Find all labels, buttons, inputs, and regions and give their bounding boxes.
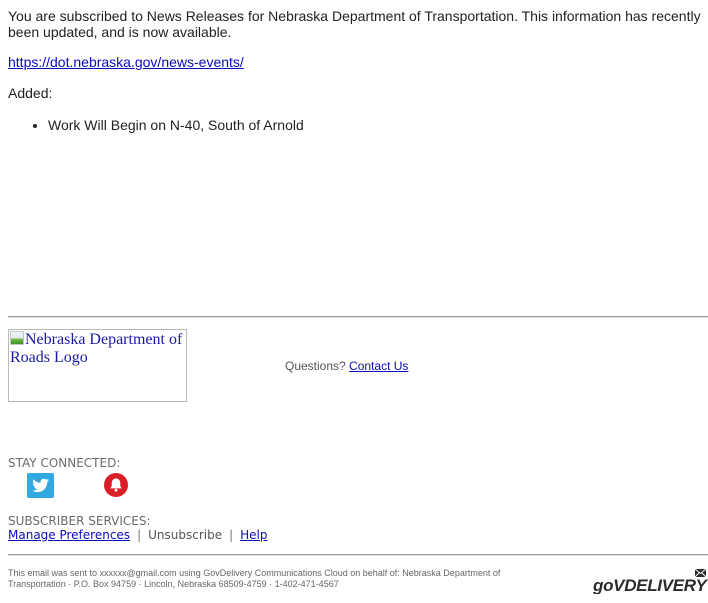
subscriber-services-links: Manage Preferences | Unsubscribe | Help (8, 528, 268, 543)
questions-line: Questions? Contact Us (285, 359, 408, 373)
subscriber-services-label: SUBSCRIBER SERVICES: (8, 514, 151, 528)
questions-label: Questions? (285, 359, 346, 373)
list-item: Work Will Begin on N-40, South of Arnold (48, 117, 304, 133)
separator: | (137, 528, 142, 542)
added-label: Added: (8, 85, 53, 101)
envelope-icon (694, 568, 707, 578)
help-link[interactable]: Help (240, 528, 267, 542)
footer-disclaimer: This email was sent to xxxxxx@gmail.com … (8, 568, 568, 590)
divider (8, 316, 708, 318)
manage-preferences-link[interactable]: Manage Preferences (8, 528, 130, 542)
department-logo-image: Nebraska Department of Roads Logo (8, 329, 187, 402)
news-events-link[interactable]: https://dot.nebraska.gov/news-events/ (8, 54, 244, 70)
added-items-list: Work Will Begin on N-40, South of Arnold (8, 117, 304, 133)
intro-text: You are subscribed to News Releases for … (8, 8, 701, 40)
divider (8, 554, 708, 556)
govdelivery-logo-text: goVDELIVERY (593, 576, 708, 594)
unsubscribe-link[interactable]: Unsubscribe (148, 528, 222, 542)
disclaimer-line: Transportation · P.O. Box 94759 · Lincol… (8, 579, 339, 589)
contact-us-link[interactable]: Contact Us (349, 359, 408, 373)
govdelivery-logo: goVDELIVERY (592, 568, 708, 595)
alert-bell-icon[interactable] (104, 473, 128, 497)
separator: | (229, 528, 234, 542)
svg-text:goVDELIVERY: goVDELIVERY (593, 576, 708, 594)
logo-alt-text: Nebraska Department of Roads Logo (10, 331, 183, 366)
disclaimer-line: This email was sent to xxxxxx@gmail.com … (8, 568, 501, 578)
twitter-icon[interactable] (27, 473, 54, 498)
stay-connected-label: STAY CONNECTED: (8, 456, 121, 470)
broken-image-icon (10, 331, 24, 345)
